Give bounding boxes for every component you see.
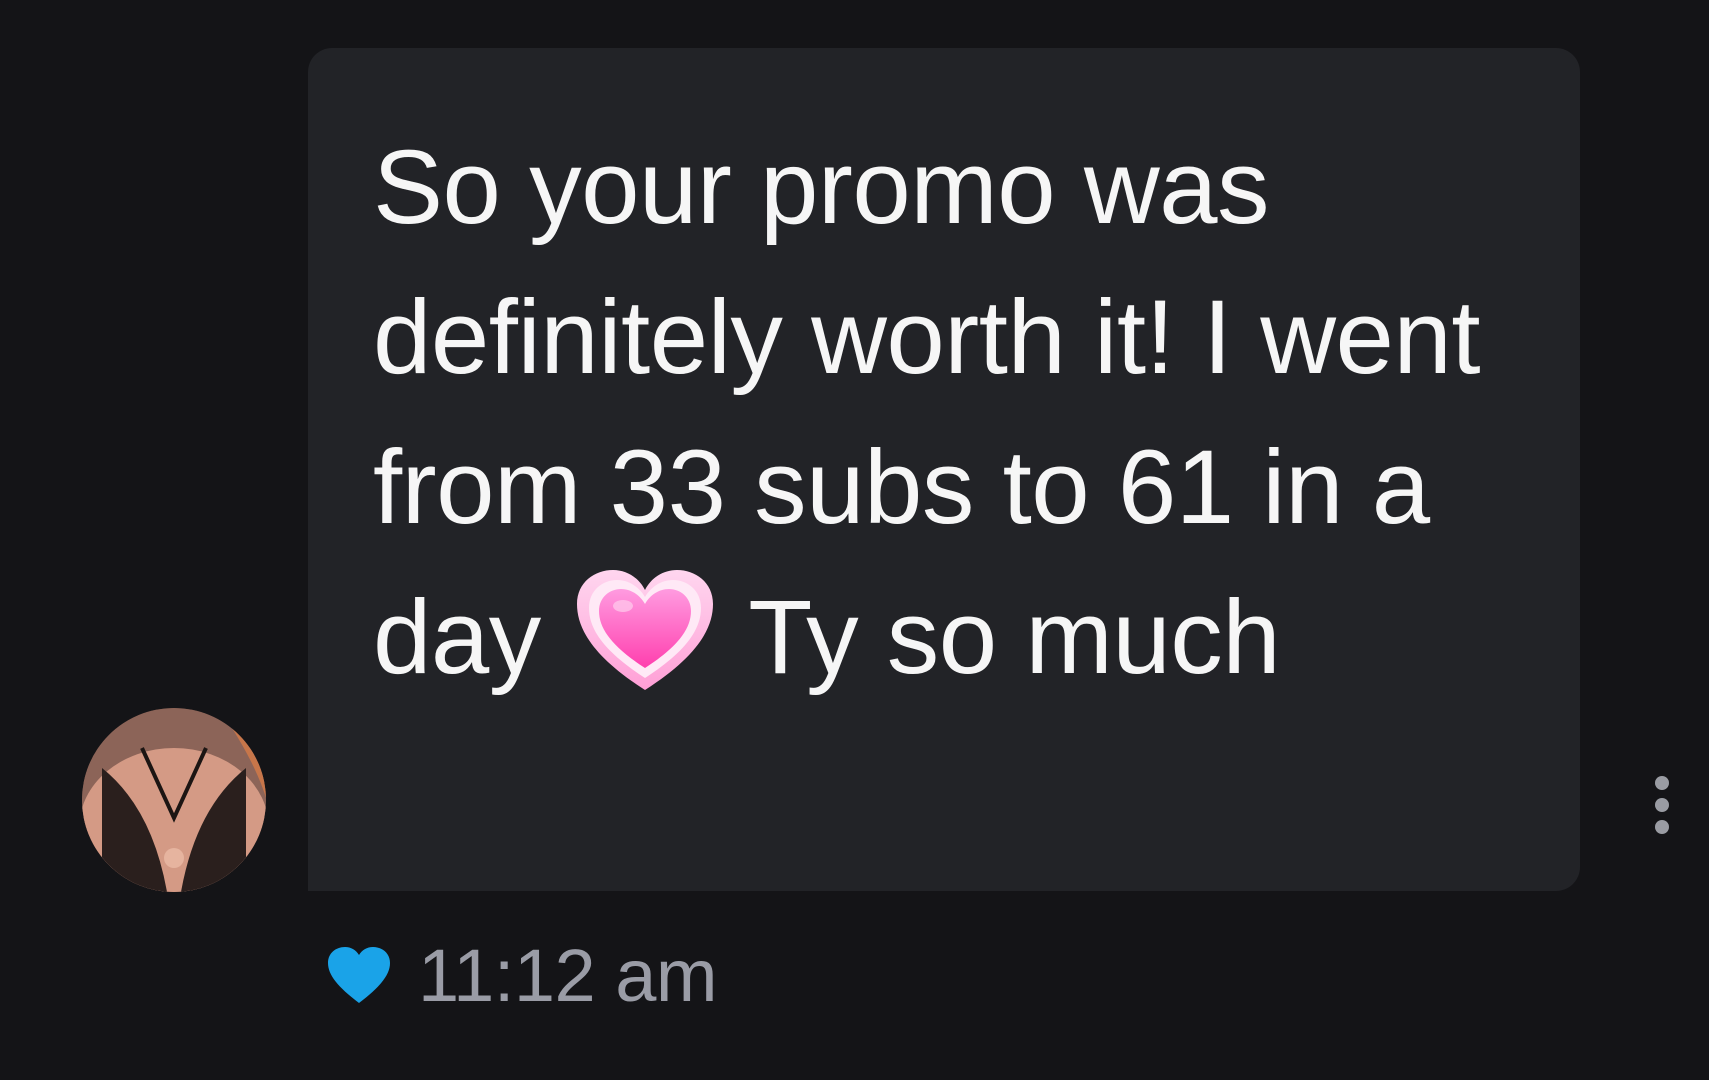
liked-heart-icon[interactable] [326, 945, 392, 1005]
message-meta: 11:12 am [326, 930, 718, 1020]
more-options-icon[interactable] [1642, 770, 1682, 840]
more-dot [1655, 820, 1669, 834]
chat-screen: So your promo was definitely worth it! I… [0, 0, 1709, 1080]
growing-heart-emoji-icon [575, 568, 715, 693]
message-timestamp: 11:12 am [418, 933, 718, 1017]
more-dot [1655, 798, 1669, 812]
message-text: So your promo was definitely worth it! I… [373, 113, 1503, 713]
sender-avatar[interactable] [82, 708, 266, 892]
message-text-part-2: Ty so much [748, 579, 1281, 696]
message-bubble[interactable]: So your promo was definitely worth it! I… [308, 48, 1580, 891]
more-dot [1655, 776, 1669, 790]
